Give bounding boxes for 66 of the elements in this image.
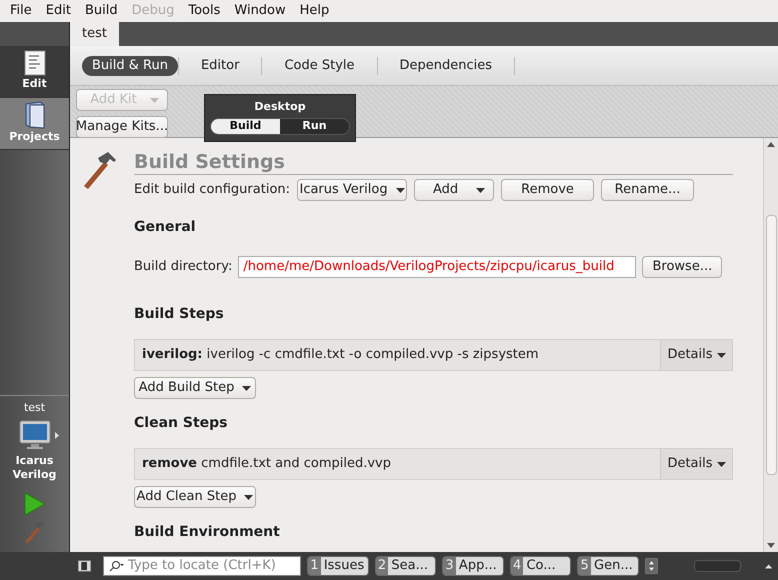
settings-tab[interactable]: Editor	[190, 56, 250, 76]
menu-item[interactable]: Edit	[46, 1, 71, 21]
add-step-button[interactable]: Add Build Step	[134, 377, 256, 399]
step-summary: remove cmdfile.txt and compiled.vvp	[141, 455, 392, 474]
caret-icon	[396, 188, 405, 192]
menu-item[interactable]: File	[10, 1, 32, 21]
kit-name: Desktop	[254, 99, 306, 115]
project-tab[interactable]: test	[70, 22, 119, 46]
run-icon[interactable]	[24, 492, 46, 516]
document-icon	[24, 50, 46, 76]
caret-icon	[150, 98, 159, 102]
details-button[interactable]: Details	[660, 449, 732, 479]
build-directory-field[interactable]: /home/me/Downloads/VerilogProjects/zipcpu/icarus_build	[238, 256, 636, 278]
menu-item[interactable]: Tools	[188, 1, 220, 21]
scroll-up-icon[interactable]	[767, 142, 775, 147]
output-pane-button[interactable]: 5 Gen...	[577, 556, 639, 576]
caret-icon	[242, 386, 252, 390]
output-pane-button[interactable]: 2 Sea...	[374, 556, 436, 576]
menu-item[interactable]: Window	[234, 1, 286, 21]
scroll-arrows-icon[interactable]	[644, 556, 658, 576]
step-summary: iverilog: iverilog -c cmdfile.txt -o compiled.vvp -s zipsystem	[141, 346, 540, 364]
project-name: test	[24, 400, 46, 416]
scrollbar[interactable]	[763, 138, 778, 552]
caret-icon	[716, 462, 726, 466]
field-label: Build directory:	[134, 258, 232, 276]
mode-button[interactable]: Edit	[0, 46, 69, 98]
kit-button[interactable]: Manage Kits...	[76, 116, 168, 138]
search-icon	[108, 560, 124, 572]
caret-icon	[716, 352, 726, 358]
config-button[interactable]: Add	[414, 179, 494, 201]
menu-item[interactable]: Build	[84, 1, 118, 21]
kit-mode-tab[interactable]: Run	[280, 118, 349, 134]
details-button[interactable]: Details	[660, 340, 732, 370]
caret-icon	[476, 188, 486, 192]
caret-icon	[244, 494, 254, 500]
mode-label: Edit	[22, 76, 47, 92]
output-pane-button[interactable]: 4 Co...	[510, 556, 572, 576]
output-pane-button[interactable]: 3 App...	[442, 556, 504, 576]
section-title: Build Settings	[134, 150, 733, 175]
section-heading: General	[134, 218, 197, 237]
config-button[interactable]: Remove	[501, 179, 594, 201]
caret-icon	[54, 432, 58, 438]
mode-label: Projects	[9, 129, 60, 146]
config-button[interactable]: Rename...	[601, 179, 694, 201]
scroll-down-icon[interactable]	[767, 543, 775, 548]
output-pane-button[interactable]: 1 Issues	[307, 556, 369, 576]
settings-tab[interactable]: Build & Run	[82, 56, 178, 76]
kit-mode-tab[interactable]: Build	[211, 118, 280, 134]
settings-tab[interactable]: Code Style	[274, 56, 365, 76]
binder-icon	[24, 101, 46, 130]
hammer-icon	[22, 520, 46, 544]
locator-field[interactable]: Type to locate (Ctrl+K)	[103, 556, 302, 576]
section-heading: Build Environment	[134, 523, 281, 542]
monitor-icon[interactable]	[18, 420, 50, 450]
section-heading: Build Steps	[134, 305, 225, 324]
section-heading: Clean Steps	[134, 414, 228, 433]
settings-tab[interactable]: Dependencies	[390, 56, 502, 76]
browse-button[interactable]: Browse...	[642, 256, 722, 278]
mode-button[interactable]: Projects	[0, 98, 69, 150]
menu-item[interactable]: Help	[300, 1, 330, 21]
sidebar-toggle-icon[interactable]	[78, 559, 92, 573]
build-configuration-label: Icarus Verilog	[12, 454, 56, 482]
field-label: Edit build configuration:	[134, 181, 290, 200]
add-step-button[interactable]: Add Clean Step	[134, 486, 256, 508]
configuration-dropdown[interactable]: Icarus Verilog	[297, 179, 408, 201]
caret-icon[interactable]	[764, 564, 772, 568]
